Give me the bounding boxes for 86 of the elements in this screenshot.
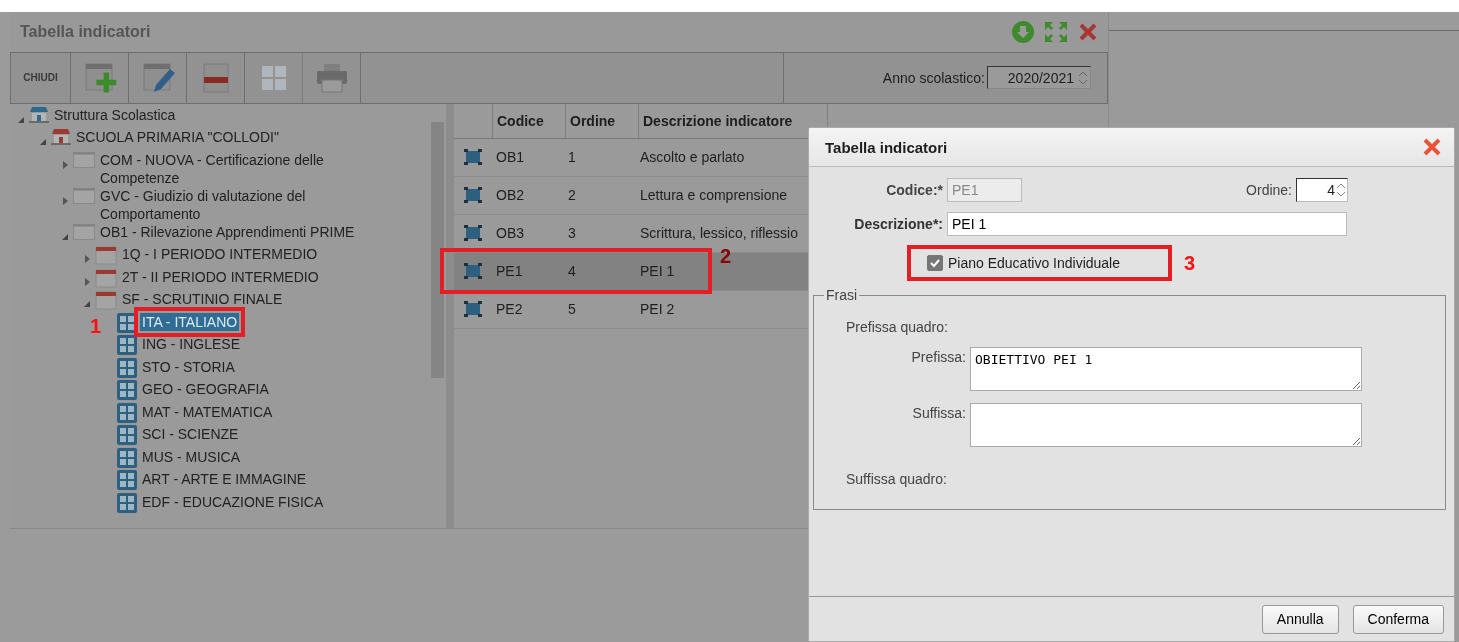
tree-item[interactable]: GVC - Giudizio di valutazione del Comportamento [98, 186, 374, 223]
expand-icon[interactable] [61, 196, 69, 205]
callout-number: 3 [1184, 251, 1196, 275]
school-icon [29, 105, 49, 124]
description-field[interactable]: PEI 1 [947, 212, 1347, 236]
tree-item[interactable]: OB1 - Rilevazione Apprendimenti PRIME [98, 222, 357, 241]
field-label: Ordine: [1245, 182, 1293, 198]
field-label: Codice:* [885, 182, 944, 198]
grid-icon [117, 380, 137, 401]
download-icon[interactable] [1012, 20, 1034, 43]
item-icon [464, 187, 482, 204]
table-cell: 3 [568, 225, 576, 242]
confirm-button[interactable]: Conferma [1352, 604, 1444, 634]
year-spinner[interactable]: 2020/2021 [986, 66, 1091, 90]
field-label: Suffissa: [911, 404, 967, 421]
expand-icon[interactable] [61, 160, 69, 169]
tree-item[interactable]: STO - STORIA [140, 357, 237, 376]
grid-icon [117, 492, 137, 513]
field-label: Prefissa: [910, 348, 967, 365]
tree-item[interactable]: EDF - EDUCAZIONE FISICA [140, 492, 326, 511]
suffix-field[interactable] [970, 403, 1362, 447]
dialog-title: Tabella indicatori [825, 138, 948, 156]
close-icon[interactable] [1078, 21, 1098, 42]
table-cell: 1 [568, 149, 576, 166]
column-header[interactable]: Ordine [566, 103, 639, 138]
folder-icon [73, 222, 95, 241]
table-cell: PE1 [496, 263, 523, 280]
field-label: Descrizione*: [853, 216, 944, 232]
tree-item[interactable]: COM - NUOVA - Certificazione delle Competenze [98, 150, 374, 187]
close-icon[interactable] [1422, 137, 1442, 157]
grid-icon [117, 447, 137, 468]
tree-item[interactable]: Struttura Scolastica [52, 105, 178, 124]
table-cell: 4 [568, 263, 576, 280]
grid-icon [117, 357, 137, 378]
folder-icon [73, 150, 95, 169]
field-label: Suffissa quadro: [845, 471, 947, 487]
cancel-button[interactable]: Annulla [1261, 604, 1339, 634]
tree-item[interactable]: GEO - GEOGRAFIA [140, 380, 271, 399]
grid-icon [117, 470, 137, 491]
calendar-icon [95, 267, 117, 288]
tree-item[interactable]: MUS - MUSICA [140, 447, 242, 466]
collapse-icon[interactable] [61, 232, 69, 241]
table-cell: OB1 [496, 149, 524, 166]
collapse-icon[interactable] [83, 300, 91, 309]
tree-item[interactable]: ING - INGLESE [140, 335, 243, 354]
checkbox[interactable] [927, 255, 943, 271]
item-icon [464, 225, 482, 242]
table-cell: PE2 [496, 301, 523, 318]
prefix-field[interactable]: OBIETTIVO PEI 1 [970, 347, 1362, 391]
table-cell: PEI 2 [640, 301, 675, 318]
expand-icon[interactable] [83, 277, 91, 286]
window-title: Tabella indicatori [20, 22, 151, 41]
year-label: Anno scolastico: [882, 69, 985, 86]
calendar-icon [95, 290, 117, 311]
table-cell: Lettura e comprensione [640, 187, 788, 204]
grid-icon [117, 402, 137, 423]
table-cell: OB2 [496, 187, 524, 204]
collapse-icon[interactable] [17, 115, 25, 124]
tree-item[interactable]: SF - SCRUTINIO FINALE [120, 290, 285, 309]
table-cell: 2 [568, 187, 576, 204]
expand-icon[interactable] [1044, 20, 1068, 43]
folder-icon [73, 186, 95, 205]
table-cell: Scrittura, lessico, riflessio [640, 225, 798, 242]
collapse-icon[interactable] [39, 138, 47, 147]
expand-icon[interactable] [83, 255, 91, 264]
column-header[interactable]: Codice [493, 103, 566, 138]
table-cell: 5 [568, 301, 576, 318]
order-spinner[interactable]: 4 [1296, 178, 1348, 202]
item-icon [464, 301, 482, 318]
item-icon [464, 149, 482, 166]
calendar-icon [95, 245, 117, 266]
tree-item[interactable]: ART - ARTE E IMMAGINE [140, 470, 309, 489]
grid-icon [117, 335, 137, 356]
school-icon [51, 128, 71, 147]
table-cell: OB3 [496, 225, 524, 242]
tree-item[interactable]: SCI - SCIENZE [140, 425, 241, 444]
item-icon [464, 263, 482, 280]
grid-icon [117, 425, 137, 446]
tree-item[interactable]: MAT - MATEMATICA [140, 402, 275, 421]
callout-number: 1 [90, 316, 102, 335]
table-cell: Ascolto e parlato [640, 149, 745, 166]
tree-item[interactable]: 2T - II PERIODO INTERMEDIO [120, 267, 321, 286]
table-cell: PEI 1 [640, 263, 675, 280]
tree-item[interactable]: SCUOLA PRIMARIA "COLLODI" [74, 128, 281, 147]
tree-item[interactable]: 1Q - I PERIODO INTERMEDIO [120, 245, 320, 264]
grid-icon [117, 312, 137, 333]
